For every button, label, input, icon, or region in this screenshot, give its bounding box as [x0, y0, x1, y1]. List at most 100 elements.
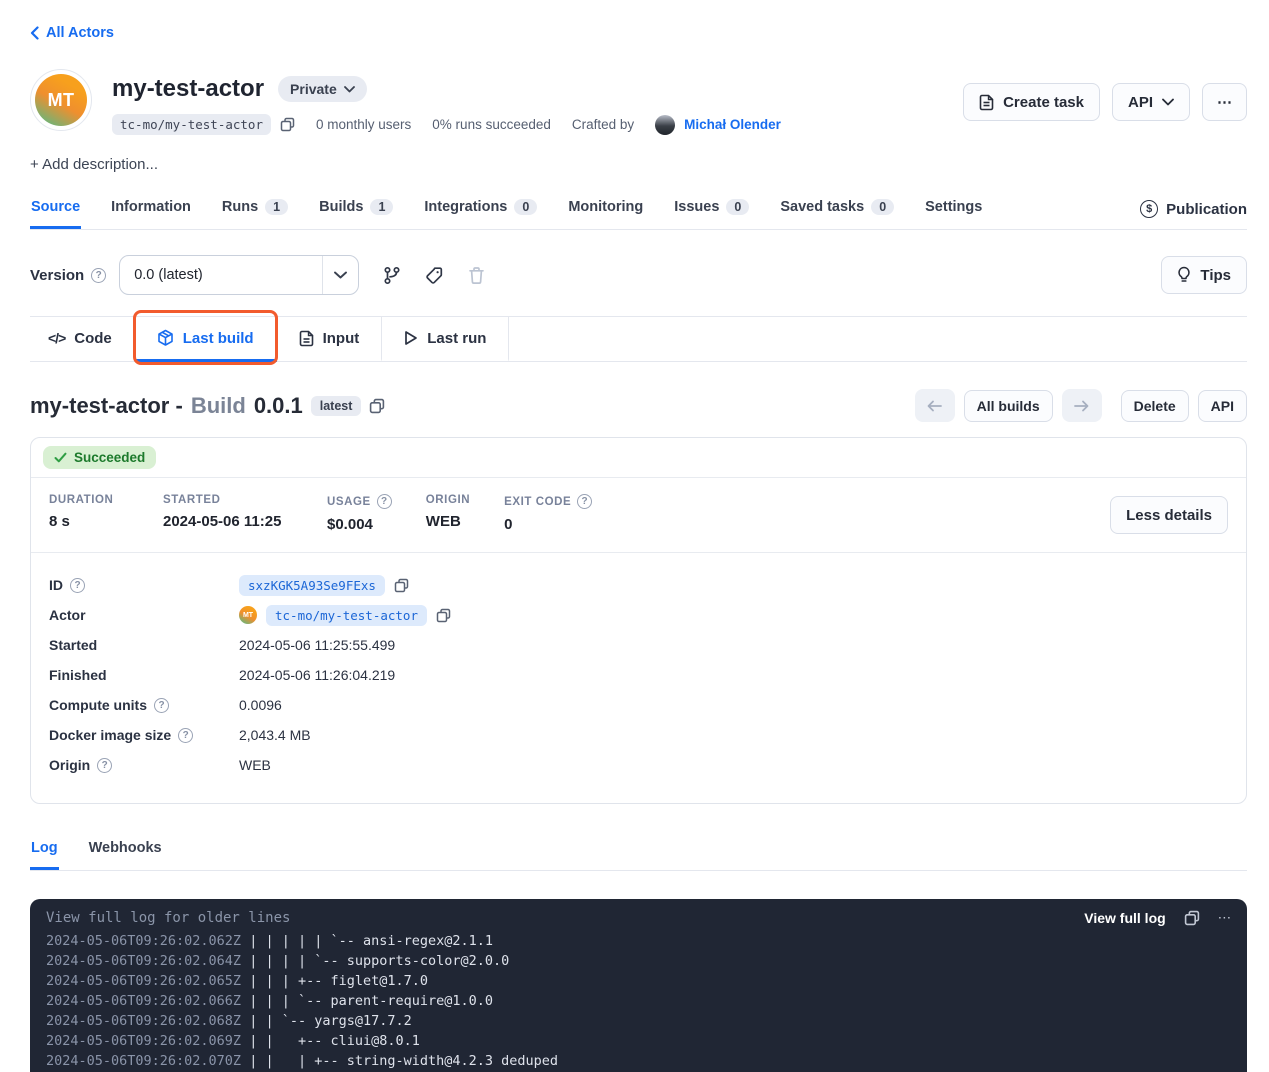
field-id: ID? sxzKGK5A93Se9FExs	[49, 570, 1228, 600]
tab-integrations[interactable]: Integrations 0	[423, 190, 538, 229]
copy-build-version-button[interactable]	[369, 398, 385, 414]
version-bar: Version ? 0.0 (latest) Tips	[30, 255, 1247, 295]
delete-build-button[interactable]: Delete	[1121, 390, 1189, 422]
subtab-label: Last run	[427, 330, 486, 347]
api-dropdown-button[interactable]: API	[1112, 83, 1190, 121]
field-finished: Finished 2024-05-06 11:26:04.219	[49, 660, 1228, 690]
create-task-button[interactable]: Create task	[963, 83, 1100, 121]
runs-succeeded-stat: 0% runs succeeded	[432, 117, 551, 132]
tab-source[interactable]: Source	[30, 190, 81, 229]
tab-log[interactable]: Log	[30, 831, 59, 870]
copy-actor-button[interactable]	[436, 608, 451, 623]
subtab-input[interactable]: Input	[277, 317, 383, 362]
build-id-value[interactable]: sxzKGK5A93Se9FExs	[239, 575, 385, 596]
tab-webhooks[interactable]: Webhooks	[88, 831, 163, 870]
build-title-actor: my-test-actor -	[30, 393, 183, 419]
help-icon[interactable]: ?	[70, 578, 85, 593]
build-api-button[interactable]: API	[1198, 390, 1247, 422]
stat-origin: ORIGIN WEB	[426, 494, 470, 533]
source-subtabs: </> Code Last build Input Last run	[30, 316, 1247, 362]
add-description-link[interactable]: + Add description...	[30, 156, 158, 173]
author-link[interactable]: Michał Olender	[684, 117, 781, 132]
git-branch-icon	[383, 266, 401, 285]
copy-handle-button[interactable]	[280, 117, 295, 132]
arrow-left-icon	[927, 400, 942, 412]
help-icon[interactable]: ?	[97, 758, 112, 773]
subtab-label: Last build	[183, 330, 254, 347]
help-icon[interactable]: ?	[577, 494, 592, 509]
log-line: 2024-05-06T09:26:02.066Z | | | `-- paren…	[46, 991, 1231, 1011]
arrow-right-icon	[1074, 400, 1089, 412]
actor-mini-avatar: MT	[239, 606, 257, 624]
tab-information[interactable]: Information	[110, 190, 192, 229]
author-avatar	[655, 115, 675, 135]
build-header: my-test-actor - Build 0.0.1 latest All b…	[30, 389, 1247, 422]
tab-label: Saved tasks	[780, 199, 864, 215]
publication-link[interactable]: $ Publication	[1140, 200, 1247, 229]
api-label: API	[1128, 94, 1153, 111]
visibility-dropdown[interactable]: Private	[278, 76, 367, 102]
compute-units-value: 0.0096	[239, 697, 282, 713]
copy-log-button[interactable]	[1184, 910, 1200, 926]
tab-issues[interactable]: Issues 0	[673, 190, 750, 229]
tab-saved-tasks[interactable]: Saved tasks 0	[779, 190, 895, 229]
subtab-last-build[interactable]: Last build	[135, 317, 277, 362]
copy-id-button[interactable]	[394, 578, 409, 593]
code-icon: </>	[48, 330, 65, 346]
version-label: Version	[30, 267, 84, 284]
back-link-label: All Actors	[46, 25, 114, 41]
latest-badge: latest	[311, 396, 362, 416]
build-title-word: Build	[191, 393, 246, 419]
log-line: 2024-05-06T09:26:02.062Z | | | | | `-- a…	[46, 931, 1231, 951]
help-icon[interactable]: ?	[154, 698, 169, 713]
tab-label: Integrations	[424, 199, 507, 215]
tab-monitoring[interactable]: Monitoring	[567, 190, 644, 229]
previous-build-button[interactable]	[915, 389, 955, 422]
chevron-down-icon	[334, 271, 347, 279]
log-line: 2024-05-06T09:26:02.070Z | | | +-- strin…	[46, 1051, 1231, 1071]
more-actions-button[interactable]: ⋯	[1202, 83, 1247, 121]
back-to-all-actors-link[interactable]: All Actors	[30, 25, 114, 41]
delete-label: Delete	[1134, 398, 1176, 414]
log-more-button[interactable]: ⋯	[1218, 910, 1231, 926]
package-icon	[157, 329, 174, 347]
help-icon[interactable]: ?	[178, 728, 193, 743]
field-compute-units: Compute units? 0.0096	[49, 690, 1228, 720]
next-build-button[interactable]	[1062, 389, 1102, 422]
tab-label: Source	[31, 199, 80, 215]
less-details-button[interactable]: Less details	[1110, 496, 1228, 534]
help-icon[interactable]: ?	[377, 494, 392, 509]
file-icon	[299, 330, 314, 347]
tab-settings[interactable]: Settings	[924, 190, 983, 229]
help-icon[interactable]: ?	[91, 268, 106, 283]
build-version: 0.0.1	[254, 393, 303, 419]
all-builds-button[interactable]: All builds	[964, 390, 1053, 422]
tips-button[interactable]: Tips	[1161, 256, 1247, 294]
actor-avatar-initials: MT	[48, 90, 75, 111]
build-detail-card: Succeeded DURATION 8 s STARTED 2024-05-0…	[30, 437, 1247, 804]
publication-label: Publication	[1166, 201, 1247, 218]
subtab-code[interactable]: </> Code	[30, 317, 135, 362]
tab-count-badge: 0	[871, 199, 894, 215]
tab-runs[interactable]: Runs 1	[221, 190, 289, 229]
chevron-down-icon	[344, 86, 355, 93]
crafted-by-label: Crafted by	[572, 117, 634, 132]
field-origin: Origin? WEB	[49, 750, 1228, 780]
delete-version-button[interactable]	[468, 266, 485, 285]
tag-button[interactable]	[425, 266, 444, 285]
git-branch-button[interactable]	[383, 266, 401, 285]
actor-link-pill[interactable]: tc-mo/my-test-actor	[266, 605, 427, 626]
page: All Actors MT my-test-actor Private tc-m…	[0, 0, 1269, 1072]
chevron-left-icon	[30, 26, 39, 40]
actor-header: MT my-test-actor Private tc-mo/my-test-a…	[30, 69, 1247, 135]
stat-started: STARTED 2024-05-06 11:25	[163, 494, 293, 533]
version-select[interactable]: 0.0 (latest)	[119, 255, 359, 295]
copy-icon	[1184, 910, 1200, 926]
actor-avatar: MT	[30, 69, 92, 131]
tips-label: Tips	[1200, 267, 1231, 284]
stat-exit-code: EXIT CODE? 0	[504, 494, 592, 533]
tab-builds[interactable]: Builds 1	[318, 190, 394, 229]
view-full-log-button[interactable]: View full log	[1084, 910, 1165, 926]
older-lines-notice[interactable]: View full log for older lines	[46, 910, 290, 926]
subtab-last-run[interactable]: Last run	[382, 317, 509, 362]
